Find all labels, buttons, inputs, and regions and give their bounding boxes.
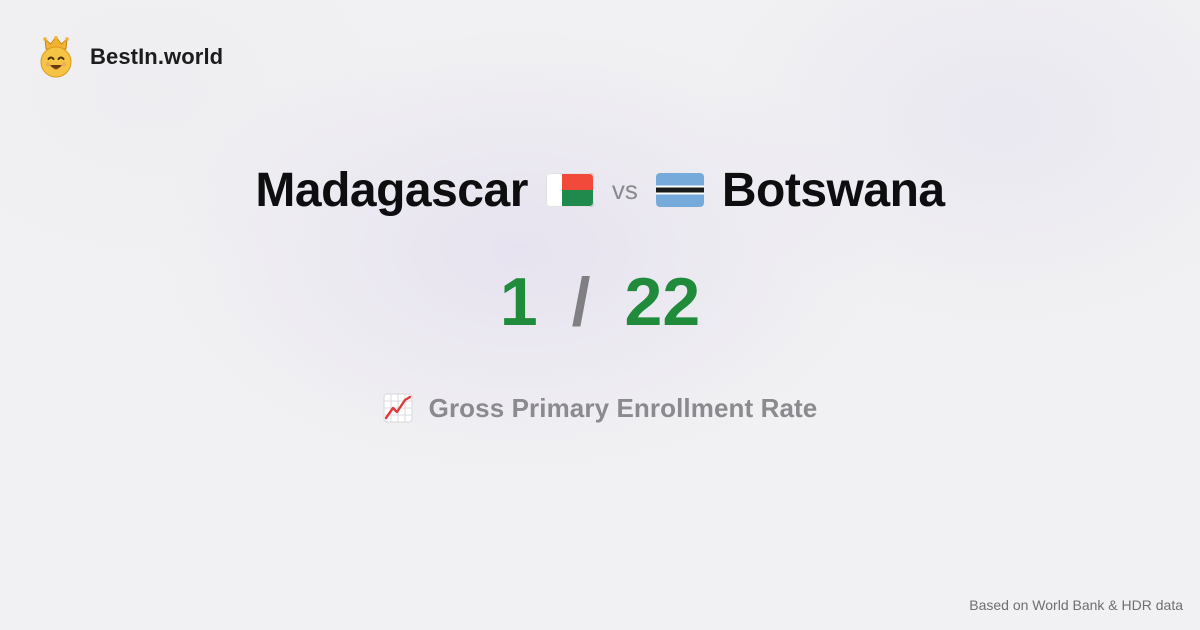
data-source-note: Based on World Bank & HDR data xyxy=(969,597,1183,613)
botswana-flag-icon xyxy=(655,173,704,207)
rank-comparison: 1 / 22 xyxy=(0,262,1200,342)
madagascar-flag-icon xyxy=(545,173,594,207)
vs-label: vs xyxy=(611,174,638,205)
metric: Gross Primary Enrollment Rate xyxy=(0,388,1200,428)
left-rank: 1 xyxy=(499,264,538,340)
left-country-name: Madagascar xyxy=(255,163,528,217)
brand-name: BestIn.world xyxy=(90,44,224,69)
crowned-smiley-icon xyxy=(40,36,72,78)
rank-separator: / xyxy=(571,264,591,340)
metric-label: Gross Primary Enrollment Rate xyxy=(428,392,818,423)
chart-increasing-icon xyxy=(383,393,413,423)
brand[interactable]: BestIn.world xyxy=(38,36,223,78)
right-rank: 22 xyxy=(624,264,701,340)
comparison-title: Madagascar vs Botswana xyxy=(0,160,1200,220)
right-country-name: Botswana xyxy=(721,163,945,217)
